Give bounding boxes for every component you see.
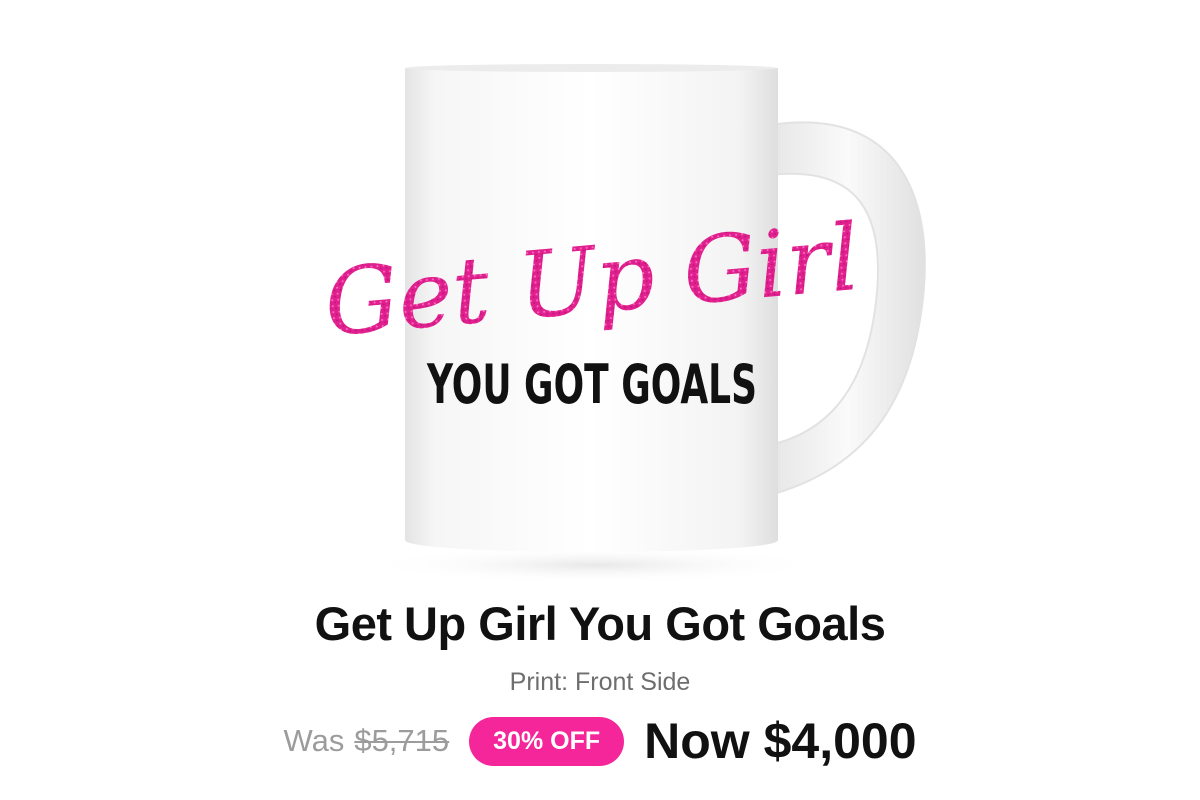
- sale-price: Now $4,000: [644, 713, 917, 769]
- mug-shadow: [365, 547, 825, 583]
- discount-badge: 30% OFF: [469, 716, 625, 766]
- mug-rim: [405, 64, 777, 72]
- product-image-mug[interactable]: Get Up Girl YOU GOT GOALS: [0, 0, 1200, 590]
- was-label: Was: [283, 723, 345, 758]
- original-price: $5,715: [354, 723, 450, 758]
- price-row: Was $5,715 30% OFF Now $4,000: [0, 706, 1200, 776]
- mug-script-text: Get Up Girl: [320, 204, 863, 357]
- mug-bold-text: YOU GOT GOALS: [426, 353, 757, 416]
- product-title: Get Up Girl You Got Goals: [314, 597, 886, 650]
- print-side-label: Print: Front Side: [509, 668, 691, 696]
- product-card: Get Up Girl YOU GOT GOALS Get Up Girl Yo…: [0, 0, 1200, 800]
